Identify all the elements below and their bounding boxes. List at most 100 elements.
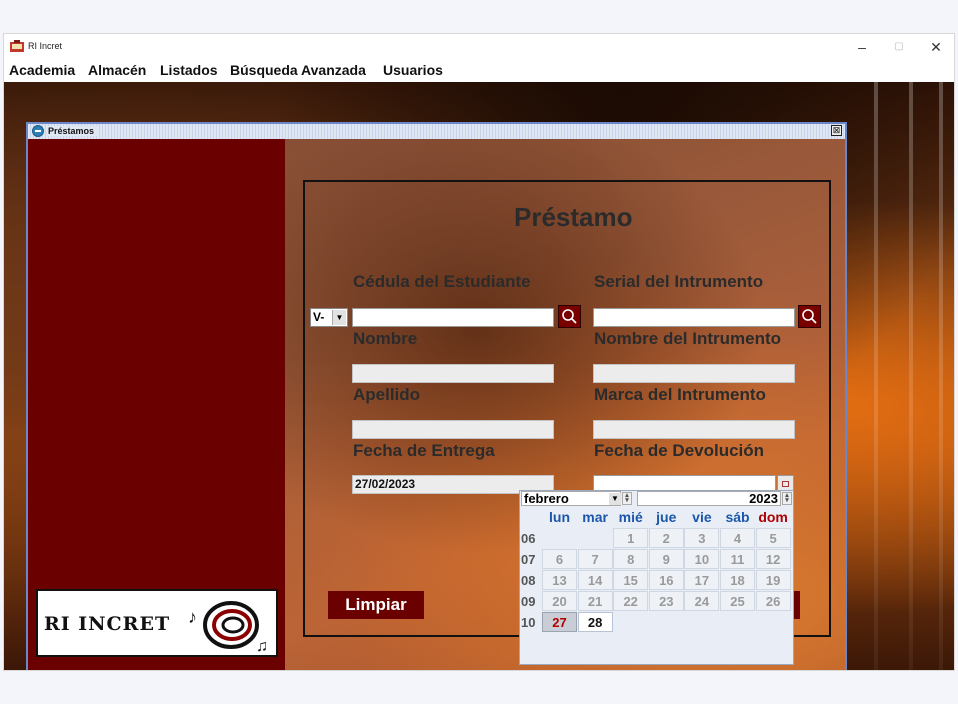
day-name: mié: [618, 509, 643, 525]
calendar-day[interactable]: 18: [720, 570, 755, 590]
prestamos-title: Préstamos: [48, 126, 98, 136]
app-window: RI Incret – ▢ ✕ Academia Almacén Listado…: [3, 33, 955, 671]
year-field[interactable]: 2023: [637, 491, 781, 506]
menu-usuarios[interactable]: Usuarios: [383, 62, 443, 78]
chevron-down-icon: ▼: [332, 310, 346, 325]
nombre-label: Nombre: [353, 329, 418, 348]
frame-close-icon[interactable]: ⊠: [831, 125, 842, 136]
menu-almacen[interactable]: Almacén: [88, 62, 146, 78]
calendar-day[interactable]: 25: [720, 591, 755, 611]
week-number: 08: [521, 573, 536, 588]
marca-instrumento-field: [593, 420, 795, 439]
page-title: Préstamo: [514, 202, 633, 232]
close-button[interactable]: ✕: [918, 36, 954, 58]
background-string: [874, 82, 878, 670]
calendar-day[interactable]: 12: [755, 549, 791, 569]
calendar-day[interactable]: 14: [577, 570, 613, 590]
month-value: febrero: [524, 491, 569, 506]
chevron-down-icon: ▼: [609, 493, 621, 505]
sidebar-panel: RI INCRET ♪ ♫: [28, 139, 285, 670]
desktop-background: Préstamos ⊠ RI INCRET ♪ ♫ Préstamo Cédul…: [4, 82, 954, 670]
calendar-day[interactable]: 23: [648, 591, 684, 611]
background-string: [909, 82, 913, 670]
calendar-day[interactable]: 8: [613, 549, 649, 569]
cedula-prefix-select[interactable]: V- ▼: [310, 308, 348, 327]
frame-icon: [32, 125, 44, 137]
week-number: 10: [521, 615, 536, 630]
day-name: jue: [656, 509, 677, 525]
calendar-day[interactable]: 2: [648, 528, 684, 548]
maximize-button[interactable]: ▢: [881, 36, 917, 58]
app-logo-icon: [10, 40, 24, 52]
calendar-day[interactable]: 3: [684, 528, 720, 548]
svg-text:♪: ♪: [188, 607, 197, 627]
cedula-label: Cédula del Estudiante: [353, 272, 531, 291]
nombre-field: [352, 364, 554, 383]
prestamos-internal-frame: Préstamos ⊠ RI INCRET ♪ ♫ Préstamo Cédul…: [26, 122, 847, 670]
background-string: [939, 82, 943, 670]
day-name: dom: [758, 509, 788, 525]
music-swirl-icon: ♪ ♫: [188, 601, 268, 655]
title-bar: RI Incret – ▢ ✕: [4, 34, 954, 60]
search-icon: [802, 309, 817, 324]
calendar-header: febrero ▼ ▴ ▾ 2023 ▴ ▾: [520, 491, 793, 506]
serial-input[interactable]: [593, 308, 795, 327]
menu-bar: Academia Almacén Listados Búsqueda Avanz…: [4, 60, 954, 82]
day-name: sáb: [725, 509, 750, 525]
calendar-day[interactable]: 11: [720, 549, 755, 569]
logo-text: RI INCRET: [44, 613, 171, 635]
marca-instrumento-label: Marca del Intrumento: [594, 385, 766, 404]
limpiar-button[interactable]: Limpiar: [328, 591, 424, 619]
menu-academia[interactable]: Academia: [9, 62, 75, 78]
prestamos-title-bar[interactable]: Préstamos ⊠: [28, 124, 845, 139]
calendar-day[interactable]: 10: [684, 549, 720, 569]
fecha-entrega-label: Fecha de Entrega: [353, 441, 495, 460]
calendar-day[interactable]: 7: [577, 549, 613, 569]
calendar-day[interactable]: 1: [613, 528, 649, 548]
prestamos-content: RI INCRET ♪ ♫ Préstamo Cédula del Estudi…: [28, 139, 845, 670]
calendar-day[interactable]: 6: [542, 549, 577, 569]
calendar-day[interactable]: 22: [613, 591, 649, 611]
fecha-devolucion-label: Fecha de Devolución: [594, 441, 765, 460]
calendar-day[interactable]: 16: [648, 570, 684, 590]
nombre-instrumento-field: [593, 364, 795, 383]
calendar-day[interactable]: 19: [755, 570, 791, 590]
calendar-day[interactable]: 9: [648, 549, 684, 569]
search-cedula-button[interactable]: [558, 305, 581, 328]
week-number: 07: [521, 552, 536, 567]
week-number: 06: [521, 531, 536, 546]
menu-listados[interactable]: Listados: [160, 62, 218, 78]
calendar-day[interactable]: 24: [684, 591, 720, 611]
calendar-day[interactable]: 15: [613, 570, 649, 590]
calendar-day[interactable]: 20: [542, 591, 577, 611]
calendar-day[interactable]: 5: [755, 528, 791, 548]
cedula-input[interactable]: [352, 308, 554, 327]
calendar-day[interactable]: 4: [720, 528, 755, 548]
year-spinner[interactable]: ▴ ▾: [782, 492, 792, 505]
apellido-label: Apellido: [353, 385, 421, 404]
day-name: vie: [692, 509, 712, 525]
nombre-instrumento-label: Nombre del Intrumento: [594, 329, 782, 348]
serial-label: Serial del Intrumento: [594, 272, 764, 291]
minimize-button[interactable]: –: [844, 36, 880, 58]
search-icon: [562, 309, 577, 324]
search-serial-button[interactable]: [798, 305, 821, 328]
calendar-day[interactable]: 21: [577, 591, 613, 611]
calendar-day[interactable]: 13: [542, 570, 577, 590]
day-name: lun: [549, 509, 570, 525]
month-select[interactable]: febrero ▼: [521, 491, 621, 506]
day-name: mar: [582, 509, 608, 525]
week-number: 09: [521, 594, 536, 609]
apellido-field: [352, 420, 554, 439]
menu-busqueda-avanzada[interactable]: Búsqueda Avanzada: [230, 62, 366, 78]
calendar-popup: febrero ▼ ▴ ▾ 2023 ▴ ▾ lun mar mié jue vie sáb d…: [519, 490, 794, 665]
window-title: RI Incret: [28, 41, 63, 51]
month-spinner[interactable]: ▴ ▾: [622, 492, 632, 505]
calendar-day[interactable]: 17: [684, 570, 720, 590]
logo: RI INCRET ♪ ♫: [36, 589, 278, 657]
svg-text:♫: ♫: [256, 638, 268, 655]
calendar-day[interactable]: 26: [755, 591, 791, 611]
cedula-prefix-value: V-: [313, 310, 325, 324]
calendar-day[interactable]: 27: [542, 612, 577, 632]
calendar-day[interactable]: 28: [577, 612, 613, 632]
